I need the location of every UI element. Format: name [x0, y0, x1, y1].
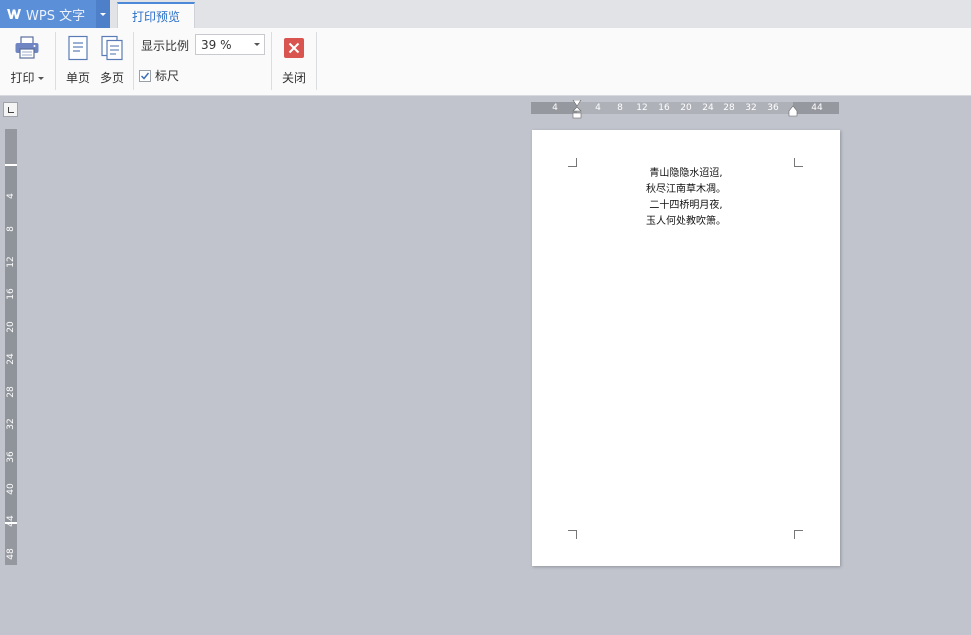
ruler-tick: 4 — [552, 103, 558, 113]
right-indent-marker-icon[interactable] — [788, 103, 798, 117]
wps-logo-icon — [7, 9, 21, 19]
poem-line: 二十四桥明月夜, — [649, 200, 723, 211]
app-menu-button[interactable]: WPS 文字 — [0, 0, 96, 28]
poem-line: 玉人何处教吹箫。 — [646, 216, 726, 227]
ruler-tick: 20 — [6, 321, 16, 333]
tab-stop-icon — [8, 107, 14, 113]
ruler-tick: 48 — [6, 548, 16, 560]
divider — [316, 32, 317, 90]
chevron-down-icon — [254, 43, 260, 46]
ruler-tick: 32 — [745, 103, 757, 113]
ruler-tick: 44 — [6, 515, 16, 527]
top-margin-marker[interactable] — [5, 164, 17, 166]
close-label: 关闭 — [281, 71, 306, 85]
multi-page-icon — [101, 35, 123, 61]
ruler-tick: 40 — [6, 483, 16, 495]
horizontal-ruler[interactable]: 4 4 8 12 16 20 24 28 32 36 44 — [531, 100, 839, 119]
ruler-text-area — [5, 165, 17, 523]
app-menu-dropdown[interactable] — [96, 0, 110, 28]
ruler-tick: 16 — [658, 103, 670, 113]
ruler-corner-button[interactable] — [3, 102, 18, 117]
divider — [271, 32, 272, 90]
print-button[interactable]: 打印 — [6, 34, 48, 86]
poem-line: 青山隐隐水迢迢, — [649, 168, 723, 179]
zoom-select[interactable]: 39 % — [195, 34, 265, 55]
indent-marker-icon[interactable] — [571, 100, 583, 120]
checkmark-icon — [140, 72, 150, 80]
chevron-down-icon — [37, 77, 44, 80]
chevron-down-icon — [100, 12, 106, 16]
divider — [133, 32, 134, 90]
ruler-tick: 36 — [767, 103, 779, 113]
ruler-tick: 16 — [6, 288, 16, 300]
crop-mark-bottom-right — [794, 530, 803, 539]
tab-print-preview[interactable]: 打印预览 — [117, 2, 195, 28]
close-preview-button[interactable]: 关闭 — [276, 34, 312, 86]
ruler-tick: 4 — [595, 103, 601, 113]
title-bar: WPS 文字 打印预览 — [0, 0, 971, 28]
ruler-tick: 4 — [6, 193, 16, 199]
ruler-tick: 8 — [617, 103, 623, 113]
ruler-tick: 20 — [680, 103, 692, 113]
poem-line: 秋尽江南草木凋。 — [646, 184, 726, 195]
zoom-value: 39 % — [201, 37, 232, 52]
preview-page: 青山隐隐水迢迢, 秋尽江南草木凋。 二十四桥明月夜, 玉人何处教吹箫。 — [532, 130, 840, 566]
ruler-tick: 28 — [6, 386, 16, 398]
print-label: 打印 — [10, 71, 35, 85]
document-text: 青山隐隐水迢迢, 秋尽江南草木凋。 二十四桥明月夜, 玉人何处教吹箫。 — [532, 166, 840, 230]
multi-page-label: 多页 — [99, 71, 124, 85]
ribbon-toolbar: 打印 单页 多页 显示比例 39 % 标尺 关闭 — [0, 28, 971, 96]
ruler-tick: 36 — [6, 451, 16, 463]
ruler-tick: 28 — [723, 103, 735, 113]
multi-page-button[interactable]: 多页 — [96, 34, 128, 86]
ruler-tick: 8 — [6, 226, 16, 232]
ruler-tick: 44 — [811, 103, 823, 113]
zoom-label: 显示比例 — [141, 39, 190, 53]
vertical-ruler[interactable]: 4 8 12 16 20 24 28 32 36 40 44 48 — [5, 129, 17, 565]
single-page-icon — [68, 35, 88, 61]
crop-mark-bottom-left — [568, 530, 577, 539]
ruler-tick: 12 — [6, 256, 16, 268]
ruler-tick: 24 — [702, 103, 714, 113]
single-page-label: 单页 — [65, 71, 90, 85]
close-icon — [284, 38, 304, 58]
ruler-tick: 24 — [6, 353, 16, 365]
ruler-tick: 12 — [636, 103, 648, 113]
ruler-tick: 32 — [6, 418, 16, 430]
checkbox-icon — [139, 69, 151, 82]
printer-icon — [15, 36, 39, 59]
ruler-checkbox[interactable]: 标尺 — [139, 67, 179, 84]
app-title: WPS 文字 — [26, 8, 86, 24]
ruler-label: 标尺 — [155, 69, 180, 83]
divider — [55, 32, 56, 90]
single-page-button[interactable]: 单页 — [62, 34, 94, 86]
